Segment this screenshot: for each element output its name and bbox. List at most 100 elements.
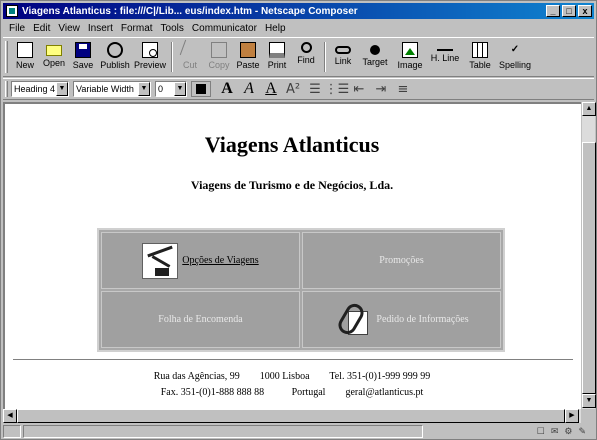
target-button[interactable]: Target (358, 40, 392, 74)
toolbar-grip[interactable] (5, 41, 8, 73)
italic-button[interactable]: A (239, 80, 259, 98)
mail-icon[interactable]: ✉ (551, 426, 559, 437)
copy-icon (211, 42, 227, 58)
security-indicator[interactable] (3, 425, 21, 438)
menu-view[interactable]: View (54, 23, 84, 34)
paperclip-icon (334, 300, 372, 339)
alignment-button[interactable]: ≡ (393, 80, 413, 98)
menu-edit[interactable]: Edit (29, 23, 54, 34)
scroll-down-button[interactable]: ▼ (582, 394, 596, 408)
menu-file[interactable]: File (5, 23, 29, 34)
numbered-list-button[interactable]: ⋮☰ (325, 80, 350, 98)
vertical-scrollbar[interactable]: ▲ ▼ (581, 102, 596, 409)
link-label: Link (334, 56, 352, 66)
indent-button[interactable]: ⇥ (371, 80, 391, 98)
text-color-button[interactable] (191, 81, 211, 97)
font-size-value: 0 (158, 84, 164, 94)
image-label: Image (397, 60, 423, 70)
copy-button[interactable]: Copy (205, 40, 233, 74)
find-button[interactable]: Find (292, 40, 320, 74)
page-subtitle: Viagens de Turismo e de Negócios, Lda. (190, 178, 394, 192)
nav-cell-folha[interactable]: Folha de Encomenda (101, 291, 300, 348)
spelling-button[interactable]: ✓ Spelling (498, 40, 532, 74)
chevron-down-icon[interactable]: ▼ (174, 82, 186, 96)
scroll-up-button[interactable]: ▲ (582, 102, 596, 116)
color-swatch (196, 84, 206, 94)
menu-format[interactable]: Format (117, 23, 157, 34)
link-button[interactable]: Link (329, 40, 357, 74)
app-icon[interactable] (6, 5, 18, 17)
formatting-toolbar: Heading 4 ▼ Variable Width ▼ 0 ▼ A A A A… (3, 78, 594, 100)
copy-label: Copy (208, 60, 230, 70)
publish-button[interactable]: Publish (98, 40, 132, 74)
close-button[interactable]: x (578, 5, 592, 17)
table-button[interactable]: Table (463, 40, 497, 74)
discussion-icon[interactable]: ⚙ (564, 426, 572, 437)
cut-button[interactable]: Cut (176, 39, 204, 74)
preview-button[interactable]: Preview (133, 40, 167, 74)
navigator-icon[interactable]: ☐ (537, 426, 545, 437)
preview-icon (142, 42, 158, 58)
menu-insert[interactable]: Insert (84, 23, 117, 34)
menu-communicator[interactable]: Communicator (188, 23, 261, 34)
scroll-right-button[interactable]: ▶ (565, 409, 579, 423)
component-bar: ☐ ✉ ⚙ ✎ (537, 426, 586, 437)
publish-label: Publish (100, 60, 130, 70)
menu-help[interactable]: Help (261, 23, 290, 34)
vertical-scroll-thumb[interactable] (582, 142, 596, 394)
horizontal-scrollbar[interactable]: ◀ ▶ (3, 409, 581, 423)
menu-tools[interactable]: Tools (157, 23, 188, 34)
font-select[interactable]: Variable Width ▼ (73, 81, 151, 97)
title-bar[interactable]: Viagens Atlanticus : file:///C|/Lib... e… (3, 3, 594, 19)
print-button[interactable]: Print (263, 40, 291, 74)
find-label: Find (297, 55, 315, 65)
open-button[interactable]: Open (40, 40, 68, 74)
chevron-down-icon[interactable]: ▼ (56, 82, 68, 96)
minimize-button[interactable]: _ (546, 5, 560, 17)
image-icon (402, 42, 418, 58)
horizontal-scroll-thumb[interactable] (17, 409, 565, 423)
nav-link-pedido[interactable]: Pedido de Informações (376, 314, 468, 325)
paragraph-style-value: Heading 4 (14, 84, 56, 94)
hline-label: H. Line (430, 53, 460, 63)
hline-button[interactable]: H. Line (428, 40, 462, 74)
composition-toolbar: New Open Save Publish Preview Cut Copy P… (3, 37, 594, 77)
outdent-button[interactable]: ⇤ (349, 80, 369, 98)
spelling-label: Spelling (498, 60, 532, 70)
horizontal-rule (13, 359, 573, 361)
scroll-left-button[interactable]: ◀ (3, 409, 17, 423)
bullet-list-button[interactable]: ☰ (305, 80, 325, 98)
underline-button[interactable]: A (261, 80, 281, 98)
nav-cell-promocoes[interactable]: Promoções (302, 232, 501, 289)
status-message (23, 425, 423, 438)
icon-stroke (151, 254, 171, 268)
nav-cell-pedido[interactable]: Pedido de Informações (302, 291, 501, 348)
maximize-button[interactable]: □ (562, 5, 576, 17)
preview-label: Preview (133, 60, 166, 70)
nav-link-folha[interactable]: Folha de Encomenda (158, 314, 242, 325)
editor-content[interactable]: Viagens Atlanticus Viagens de Turismo e … (3, 102, 581, 409)
new-button[interactable]: New (11, 40, 39, 74)
font-size-select[interactable]: 0 ▼ (155, 81, 187, 97)
link-icon (335, 46, 351, 54)
open-label: Open (42, 58, 66, 68)
clear-styles-button[interactable]: A² (283, 80, 303, 98)
composer-icon[interactable]: ✎ (578, 426, 586, 437)
travel-icon (142, 242, 179, 279)
image-button[interactable]: Image (393, 40, 427, 74)
composer-window: Viagens Atlanticus : file:///C|/Lib... e… (0, 0, 597, 440)
menu-bar: File Edit View Insert Format Tools Commu… (3, 20, 594, 36)
nav-link-promocoes[interactable]: Promoções (379, 255, 423, 266)
save-button[interactable]: Save (69, 40, 97, 74)
chevron-down-icon[interactable]: ▼ (138, 82, 150, 96)
nav-link-opcoes[interactable]: Opções de Viagens (182, 255, 258, 266)
footer-contact: Fax. 351-(0)1-888 888 88 Portugal geral@… (160, 387, 424, 398)
spellcheck-icon: ✓ (510, 44, 520, 55)
bold-button[interactable]: A (217, 80, 237, 98)
publish-icon (107, 42, 123, 58)
toolbar-grip[interactable] (5, 81, 8, 97)
paste-label: Paste (236, 60, 260, 70)
paste-button[interactable]: Paste (234, 40, 262, 74)
nav-cell-opcoes[interactable]: Opções de Viagens (101, 232, 300, 289)
paragraph-style-select[interactable]: Heading 4 ▼ (11, 81, 69, 97)
